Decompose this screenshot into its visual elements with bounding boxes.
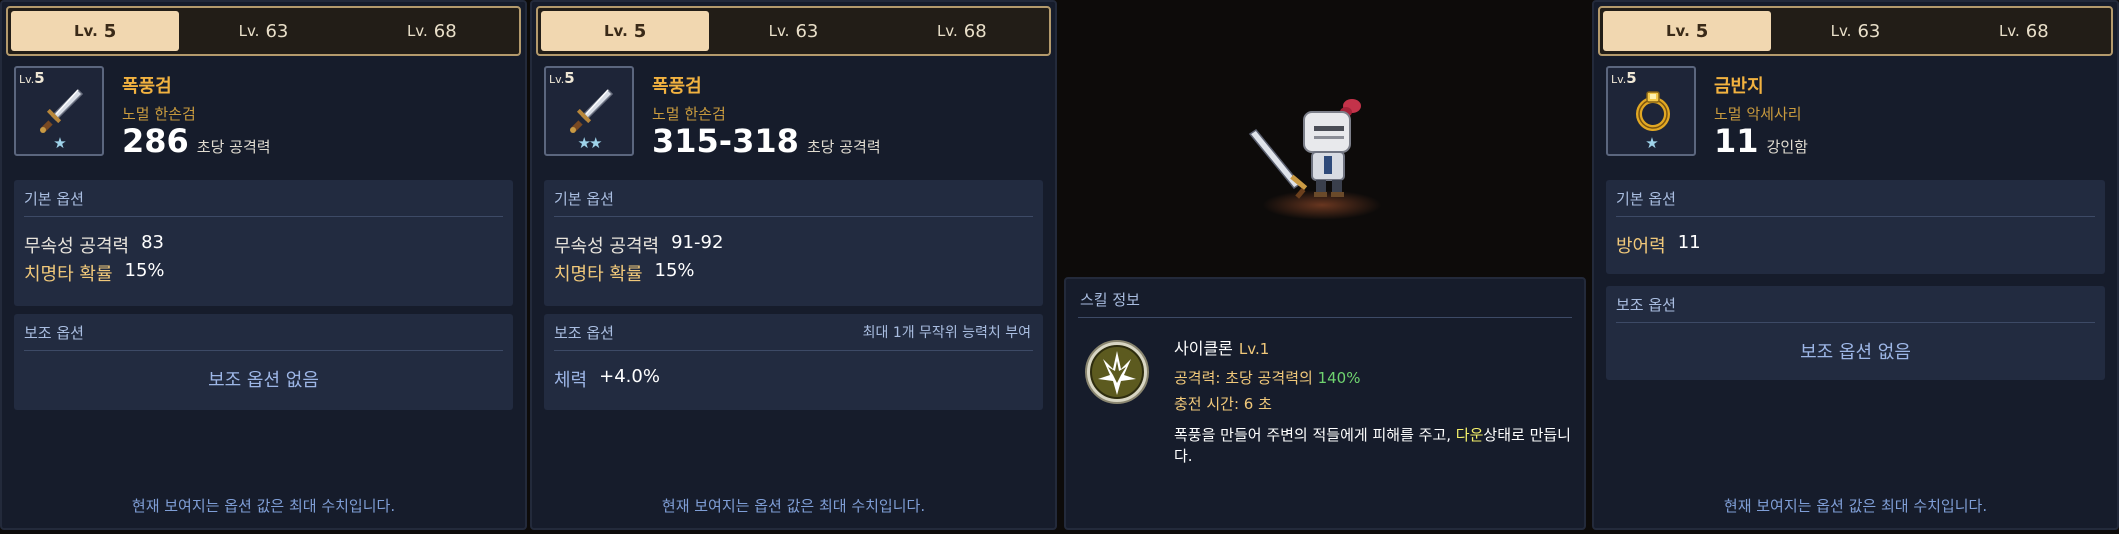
star-icon: ★: [1645, 134, 1658, 152]
section-title: 기본 옵션: [24, 190, 84, 208]
tab-lv-68[interactable]: Lv. 68: [878, 11, 1046, 51]
max-value-notice: 현재 보여지는 옵션 값은 최대 수치입니다.: [661, 497, 926, 515]
item-panel-ring: Lv. 5 Lv. 63 Lv. 68 Lv.5 ★ 금반지 노멀 악세사리 11 강…: [1592, 0, 2119, 530]
divider: [1616, 216, 2095, 217]
item-icon-box: Lv.5 ★: [14, 66, 104, 156]
item-name: 폭풍검: [122, 76, 172, 97]
sub-options-section: 보조 옵션 보조 옵션 없음: [1606, 286, 2105, 380]
cyclone-skill-icon: [1085, 340, 1149, 404]
section-title: 보조 옵션: [554, 324, 614, 342]
max-value-notice: 현재 보여지는 옵션 값은 최대 수치입니다.: [1723, 497, 1988, 515]
divider: [554, 350, 1033, 351]
option-row: 무속성 공격력 91-92: [554, 232, 724, 257]
option-row: 체력 +4.0%: [554, 366, 660, 391]
divider: [1616, 322, 2095, 323]
max-value-notice: 현재 보여지는 옵션 값은 최대 수치입니다.: [131, 497, 396, 515]
item-name: 금반지: [1714, 76, 1764, 97]
sub-options-section: 보조 옵션 최대 1개 무작위 능력치 부여 체력 +4.0%: [544, 314, 1043, 410]
item-main-stat: 286 초당 공격력: [122, 122, 271, 160]
sub-options-section: 보조 옵션 보조 옵션 없음: [14, 314, 513, 410]
option-row: 치명타 확률 15%: [24, 260, 165, 285]
divider: [554, 216, 1033, 217]
item-panel-sword-2: Lv. 5 Lv. 63 Lv. 68 Lv.5 ★★ 폭풍검 노멀 한손검 315-…: [530, 0, 1057, 530]
item-main-stat: 11 강인함: [1714, 122, 1808, 160]
item-header: Lv.5 ★★ 폭풍검 노멀 한손검 315-318 초당 공격력: [544, 66, 1043, 160]
ring-icon: [1636, 91, 1670, 131]
skill-info-title: 스킬 정보: [1080, 291, 1140, 309]
divider: [24, 350, 503, 351]
item-name: 폭풍검: [652, 76, 702, 97]
divider: [24, 216, 503, 217]
tab-lv-5[interactable]: Lv. 5: [11, 11, 180, 51]
sword-icon: [570, 88, 614, 133]
tab-lv-5[interactable]: Lv. 5: [541, 11, 710, 51]
section-title: 기본 옵션: [554, 190, 614, 208]
skill-level: Lv.1: [1238, 340, 1270, 358]
sword-icon: [40, 88, 84, 133]
item-type: 노멀 한손검: [652, 105, 726, 123]
item-type: 노멀 한손검: [122, 105, 196, 123]
star-icon: ★: [53, 134, 66, 152]
item-header: Lv.5 ★ 금반지 노멀 악세사리 11 강인함: [1606, 66, 2105, 160]
knight-sprite: [1248, 99, 1361, 199]
tab-lv-63[interactable]: Lv. 63: [1771, 11, 1939, 51]
tab-lv-63[interactable]: Lv. 63: [709, 11, 877, 51]
star-icon: ★★: [577, 134, 603, 152]
tab-lv-68[interactable]: Lv. 68: [348, 11, 516, 51]
option-row: 무속성 공격력 83: [24, 232, 164, 257]
tab-lv-68[interactable]: Lv. 68: [1940, 11, 2108, 51]
tab-lv-5[interactable]: Lv. 5: [1603, 11, 1772, 51]
level-tabs: Lv. 5 Lv. 63 Lv. 68: [536, 6, 1051, 56]
skill-info-panel: 스킬 정보 사이클론 Lv.1 공격력: 초당 공격력의 140% 충전 시간: …: [1064, 277, 1586, 530]
item-type: 노멀 악세사리: [1714, 105, 1802, 123]
item-main-stat: 315-318 초당 공격력: [652, 122, 881, 160]
skill-description: 폭풍을 만들어 주변의 적들에게 피해를 주고, 다운상태로 만듭니다.: [1174, 426, 1571, 465]
basic-options-section: 기본 옵션 방어력 11: [1606, 180, 2105, 274]
option-row: 치명타 확률 15%: [554, 260, 695, 285]
level-tabs: Lv. 5 Lv. 63 Lv. 68: [6, 6, 521, 56]
basic-options-section: 기본 옵션 무속성 공격력 83 치명타 확률 15%: [14, 180, 513, 306]
sub-option-note: 최대 1개 무작위 능력치 부여: [862, 325, 1031, 341]
divider: [1078, 317, 1572, 318]
no-sub-options: 보조 옵션 없음: [1800, 342, 1911, 363]
option-row: 방어력 11: [1616, 232, 1701, 257]
no-sub-options: 보조 옵션 없음: [208, 370, 319, 391]
item-icon-box: Lv.5 ★: [1606, 66, 1696, 156]
knight-character: [1240, 90, 1400, 240]
basic-options-section: 기본 옵션 무속성 공격력 91-92 치명타 확률 15%: [544, 180, 1043, 306]
section-title: 보조 옵션: [1616, 296, 1676, 314]
skill-cooldown: 충전 시간: 6 초: [1174, 395, 1272, 413]
item-panel-sword-1: Lv. 5 Lv. 63 Lv. 68 Lv.5 ★ 폭풍검 노멀 한손검 286 초…: [0, 0, 527, 530]
section-title: 보조 옵션: [24, 324, 84, 342]
section-title: 기본 옵션: [1616, 190, 1676, 208]
skill-attack: 공격력: 초당 공격력의 140%: [1174, 369, 1361, 387]
tab-lv-63[interactable]: Lv. 63: [179, 11, 347, 51]
level-tabs: Lv. 5 Lv. 63 Lv. 68: [1598, 6, 2113, 56]
skill-name: 사이클론 Lv.1: [1174, 339, 1270, 358]
item-header: Lv.5 ★ 폭풍검 노멀 한손검 286 초당 공격력: [14, 66, 513, 160]
item-icon-box: Lv.5 ★★: [544, 66, 634, 156]
